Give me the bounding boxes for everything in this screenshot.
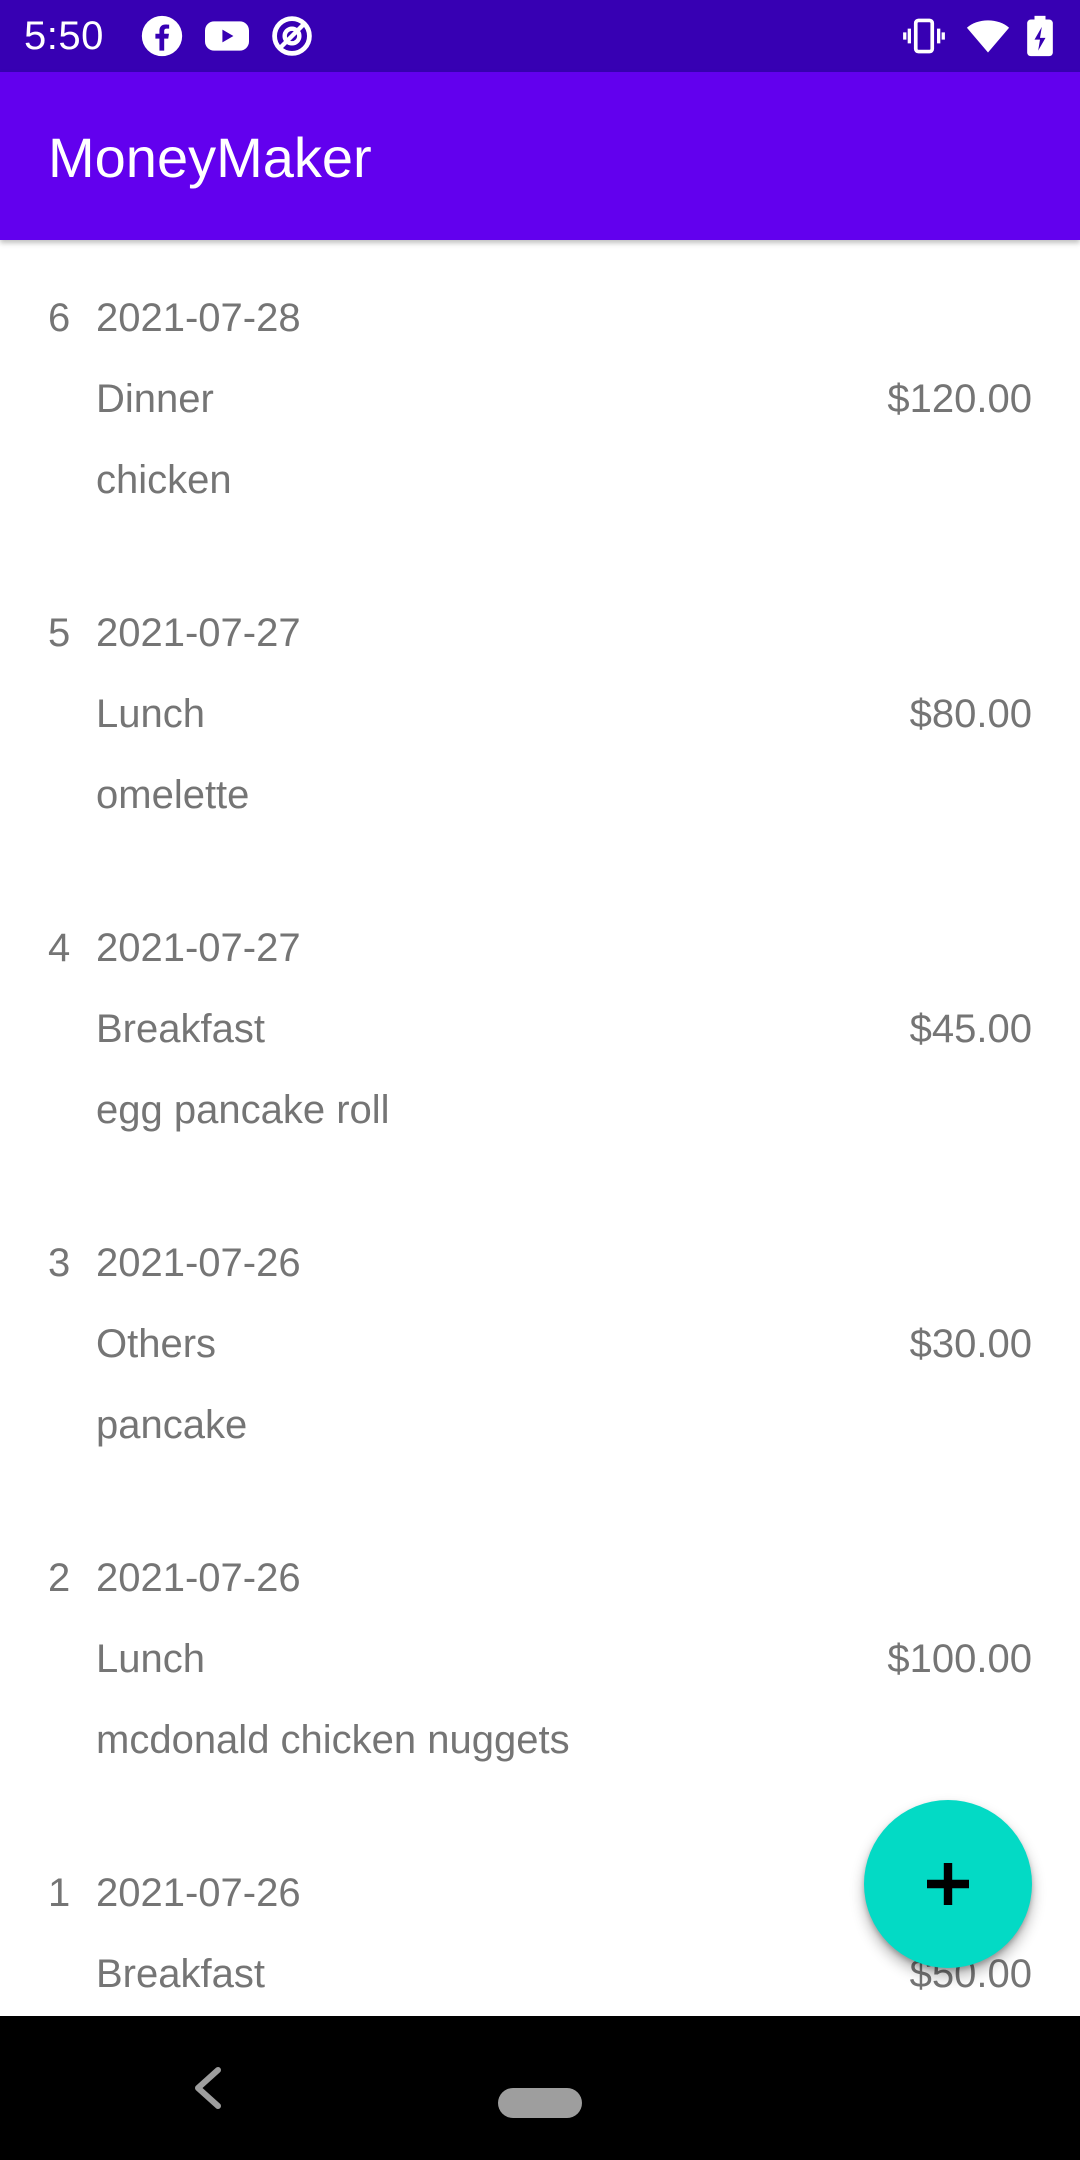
record-note: egg pancake roll [96,1088,390,1132]
record-date: 2021-07-26 [96,1556,301,1600]
status-time: 5:50 [24,14,104,58]
record-amount: $30.00 [909,1322,1032,1366]
navigation-bar [0,2016,1080,2160]
record-id: 6 [48,296,71,340]
record-id: 4 [48,926,71,970]
record-category: Dinner [96,377,214,421]
back-icon[interactable] [188,2064,228,2112]
app-bar: MoneyMaker [0,72,1080,240]
record-item[interactable]: 2 2021-07-26 Lunch $100.00 mcdonald chic… [0,1500,1080,1815]
record-amount: $80.00 [909,692,1032,736]
record-note: chicken [96,458,232,502]
vibrate-icon [902,14,946,58]
record-amount: $100.00 [887,1637,1032,1681]
record-date: 2021-07-28 [96,296,301,340]
home-button[interactable] [498,2088,582,2118]
record-item[interactable]: 6 2021-07-28 Dinner $120.00 chicken [0,240,1080,555]
record-category: Breakfast [96,1952,265,1996]
record-id: 3 [48,1241,71,1285]
record-date: 2021-07-26 [96,1871,301,1915]
record-note: omelette [96,773,250,817]
record-item[interactable]: 4 2021-07-27 Breakfast $45.00 egg pancak… [0,870,1080,1185]
record-id: 1 [48,1871,71,1915]
record-date: 2021-07-26 [96,1241,301,1285]
record-category: Lunch [96,692,205,736]
youtube-icon [202,14,252,58]
facebook-icon [140,14,184,58]
at-sign-icon [270,14,314,58]
record-amount: $45.00 [909,1007,1032,1051]
record-date: 2021-07-27 [96,611,301,655]
app-title: MoneyMaker [48,126,372,189]
record-category: Breakfast [96,1007,265,1051]
add-record-button[interactable] [864,1800,1032,1968]
plus-icon [927,1863,969,1905]
record-id: 2 [48,1556,71,1600]
battery-charging-icon [1022,14,1058,58]
record-item[interactable]: 5 2021-07-27 Lunch $80.00 omelette [0,555,1080,870]
record-item[interactable]: 3 2021-07-26 Others $30.00 pancake [0,1185,1080,1500]
record-category: Lunch [96,1637,205,1681]
records-list[interactable]: 6 2021-07-28 Dinner $120.00 chicken 5 20… [0,240,1080,2016]
record-id: 5 [48,611,71,655]
wifi-icon [966,14,1010,58]
record-category: Others [96,1322,217,1366]
status-bar: 5:50 [0,0,1080,72]
record-date: 2021-07-27 [96,926,301,970]
record-note: mcdonald chicken nuggets [96,1718,570,1762]
record-note: pancake [96,1403,248,1447]
record-amount: $120.00 [887,377,1032,421]
